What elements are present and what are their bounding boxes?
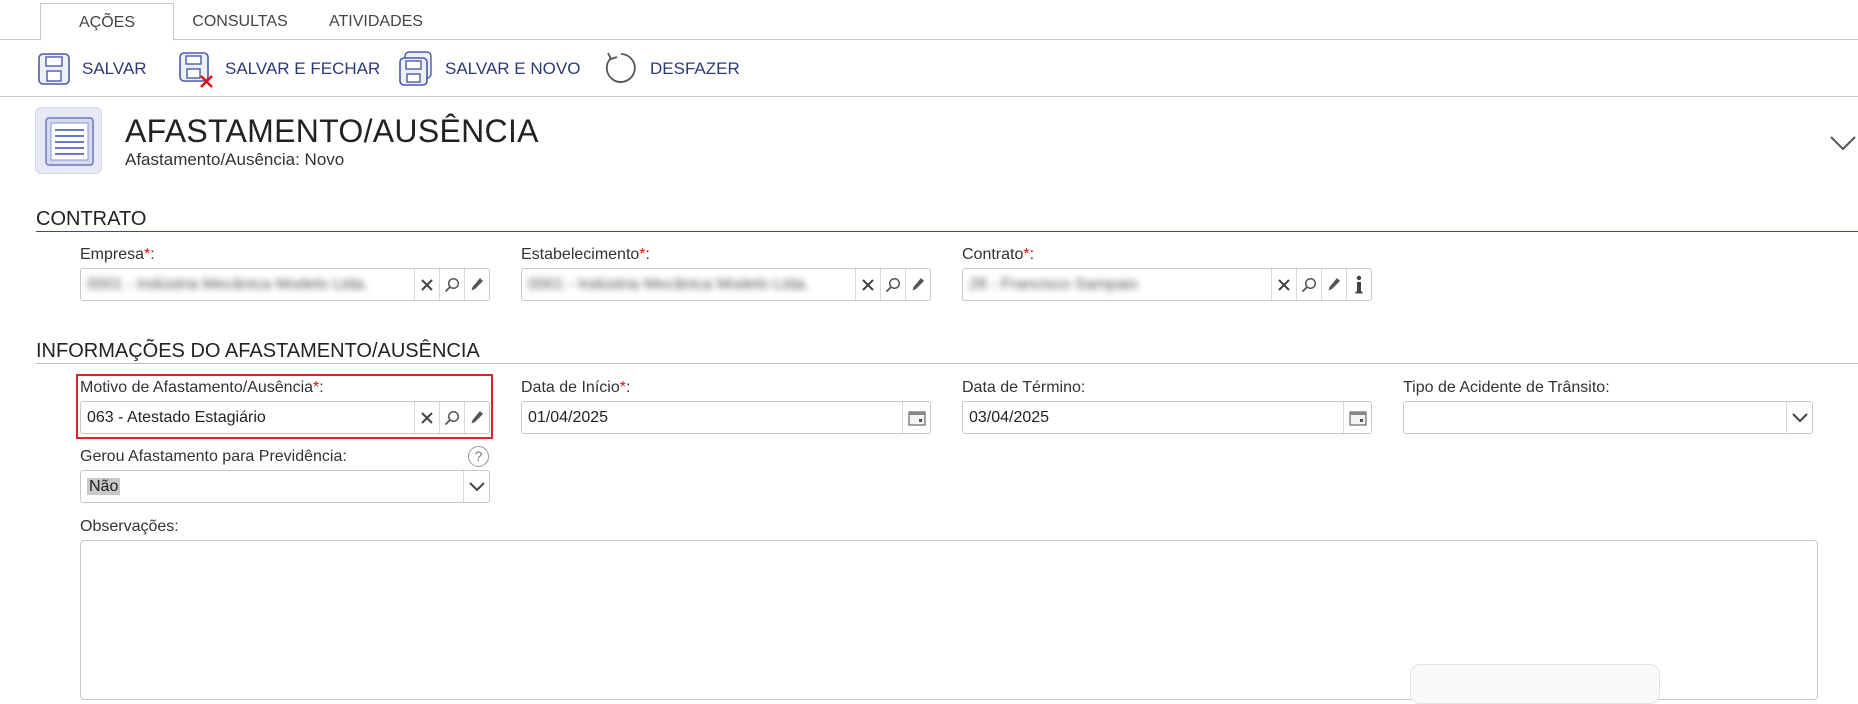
page-title: AFASTAMENTO/AUSÊNCIA: [125, 113, 539, 149]
floppy-disk-stack-icon: [399, 51, 432, 86]
floppy-disk-close-icon: [179, 52, 213, 88]
clear-icon[interactable]: [414, 402, 439, 433]
gerou-previdencia-select[interactable]: Não: [80, 470, 490, 503]
chevron-down-icon[interactable]: [1786, 402, 1812, 433]
chevron-down-icon[interactable]: [1828, 134, 1858, 159]
edit-pencil-icon[interactable]: [1321, 269, 1346, 300]
page-subtitle: Afastamento/Ausência: Novo: [125, 150, 345, 169]
contrato-value: 28 - Francisco Sampaio: [969, 275, 1138, 293]
undo-label: DESFAZER: [650, 59, 740, 78]
floating-panel: [1410, 664, 1660, 704]
edit-pencil-icon[interactable]: [905, 269, 930, 300]
calendar-icon[interactable]: [902, 402, 930, 433]
contrato-field[interactable]: 28 - Francisco Sampaio: [962, 268, 1372, 301]
help-icon[interactable]: ?: [468, 446, 489, 467]
clear-icon[interactable]: [1271, 269, 1296, 300]
floppy-disk-icon: [38, 53, 70, 85]
section-divider: [36, 231, 1858, 232]
section-title-contrato: CONTRATO: [36, 208, 147, 230]
data-inicio-label: Data de Início*:: [521, 379, 631, 396]
empresa-value: 0001 - Indústria Mecânica Modelo Ltda.: [87, 275, 369, 293]
observacoes-label: Observações:: [80, 518, 179, 535]
motivo-field[interactable]: 063 - Atestado Estagiário: [80, 401, 490, 434]
data-termino-value: 03/04/2025: [969, 408, 1050, 426]
motivo-value: 063 - Atestado Estagiário: [87, 408, 266, 426]
toolbar: SALVAR SALVAR E FECHAR SALVAR E NOVO DES…: [0, 41, 1858, 97]
data-termino-label: Data de Término:: [962, 379, 1086, 396]
search-icon[interactable]: [880, 269, 905, 300]
save-button[interactable]: SALVAR: [36, 49, 147, 89]
save-and-new-button[interactable]: SALVAR E NOVO: [397, 49, 580, 89]
search-icon[interactable]: [439, 269, 464, 300]
save-and-close-button[interactable]: SALVAR E FECHAR: [177, 49, 380, 89]
save-and-close-label: SALVAR E FECHAR: [225, 59, 381, 78]
search-icon[interactable]: [1296, 269, 1321, 300]
save-and-new-label: SALVAR E NOVO: [445, 59, 581, 78]
calendar-icon[interactable]: [1343, 402, 1371, 433]
tipo-acidente-label: Tipo de Acidente de Trânsito:: [1403, 379, 1610, 396]
estabelecimento-field[interactable]: 0001 - Indústria Mecânica Modelo Ltda.: [521, 268, 931, 301]
clear-icon[interactable]: [855, 269, 880, 300]
info-icon[interactable]: [1346, 269, 1371, 300]
clear-icon[interactable]: [414, 269, 439, 300]
tab-bar: AÇÕES CONSULTAS ATIVIDADES: [0, 0, 1858, 41]
undo-icon: [605, 52, 636, 83]
edit-pencil-icon[interactable]: [464, 269, 489, 300]
undo-button[interactable]: DESFAZER: [602, 49, 740, 89]
contrato-label: Contrato*:: [962, 246, 1035, 263]
tab-consultas[interactable]: CONSULTAS: [182, 3, 298, 41]
gerou-previdencia-value: Não: [87, 477, 121, 495]
edit-pencil-icon[interactable]: [464, 402, 489, 433]
data-termino-field[interactable]: 03/04/2025: [962, 401, 1372, 434]
section-divider: [36, 363, 1858, 364]
estabelecimento-label: Estabelecimento*:: [521, 246, 650, 263]
chevron-down-icon[interactable]: [463, 471, 489, 502]
document-icon: [35, 107, 102, 174]
section-title-informacoes: INFORMAÇÕES DO AFASTAMENTO/AUSÊNCIA: [36, 340, 480, 362]
motivo-label: Motivo de Afastamento/Ausência*:: [80, 379, 324, 396]
gerou-previdencia-label: Gerou Afastamento para Previdência:: [80, 448, 347, 465]
search-icon[interactable]: [439, 402, 464, 433]
tipo-acidente-select[interactable]: [1403, 401, 1813, 434]
empresa-label: Empresa*:: [80, 246, 155, 263]
tab-acoes[interactable]: AÇÕES: [40, 3, 174, 41]
save-label: SALVAR: [82, 59, 147, 78]
estabelecimento-value: 0001 - Indústria Mecânica Modelo Ltda.: [528, 275, 810, 293]
empresa-field[interactable]: 0001 - Indústria Mecânica Modelo Ltda.: [80, 268, 490, 301]
tab-atividades[interactable]: ATIVIDADES: [318, 3, 434, 41]
data-inicio-value: 01/04/2025: [528, 408, 609, 426]
data-inicio-field[interactable]: 01/04/2025: [521, 401, 931, 434]
